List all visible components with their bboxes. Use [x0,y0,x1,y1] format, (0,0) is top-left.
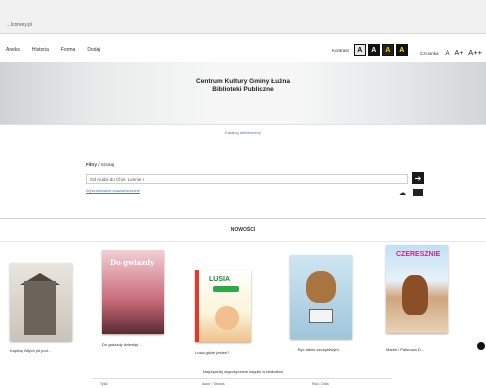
site-title-line2: Biblioteki Publiczne [212,86,274,93]
book-card[interactable]: CZERESZNIE Marek i Palmowa D… [386,245,448,352]
column-header-title[interactable]: Tytuł [100,382,107,386]
browser-urlbar: …lcorvey.pl [0,0,486,34]
book-cover[interactable] [10,263,72,341]
search-submit-button[interactable]: ➔ [412,172,424,184]
search-panel: Filtry / Szukaj ➔ Wyszukiwanie zaawansow… [86,160,424,202]
popular-books-section: Najczęściej wypożyczane książki w biblio… [0,368,486,388]
search-input[interactable] [86,174,408,184]
header-banner: Centrum Kultury Gminy Łużna Biblioteki P… [0,62,486,124]
cover-text: Do gwiazdy [110,258,155,267]
menu-item-1[interactable]: Aneks [6,47,20,53]
cover-text: CZERESZNIE [396,251,441,258]
book-title[interactable]: Być takim szczęśliwym [298,347,339,352]
popular-books-heading: Najczęściej wypożyczane książki w biblio… [202,369,284,374]
font-size-larger-button[interactable]: A+ [455,50,464,57]
advanced-search-link[interactable]: Wyszukiwanie zaawansowane [86,188,140,193]
book-card[interactable]: Do gwiazdy Do gwiazdy dziewięt… [102,250,164,347]
book-cover[interactable]: CZERESZNIE [386,245,448,333]
horse-illustration [402,275,428,315]
menu-item-4[interactable]: Dodaj [87,47,100,53]
contrast-black-white-button[interactable]: A [367,44,380,56]
menu-item-3[interactable]: Forma [61,47,75,53]
section-divider-2 [0,241,486,242]
book-title[interactable]: Lusia gdzie jesteś? [195,350,229,355]
barcode-icon[interactable] [413,189,423,196]
font-size-label: Czcionka [420,51,439,56]
book-title[interactable]: Marek i Palmowa D… [386,347,425,352]
contrast-label: Kontrast [332,47,349,53]
building-image [24,281,56,335]
dog-illustration [306,271,336,303]
popular-books-table-header: Tytuł Autor / Twórca Rok / Data [92,378,392,388]
top-navigation: Aneks Historia Forma Dodaj Kontrast A A … [0,40,486,62]
url-text[interactable]: …lcorvey.pl [6,22,32,28]
contrast-switcher: Kontrast A A A A [332,44,408,56]
section-divider [0,218,486,219]
search-label-bold: Filtry [86,162,98,167]
column-header-year[interactable]: Rok / Data [312,382,329,386]
menu-item-2[interactable]: Historia [32,47,49,53]
book-title[interactable]: Kaplicę Biłych pił pod… [10,348,52,353]
book-card[interactable]: Być takim szczęśliwym [290,250,352,352]
site-title-line1: Centrum Kultury Gminy Łużna [196,78,290,85]
contrast-black-yellow-button[interactable]: A [381,44,394,56]
contrast-default-button[interactable]: A [353,44,366,56]
book-card[interactable]: LUSIA Lusia gdzie jesteś? [195,250,251,355]
new-books-heading: NOWOŚCI [230,227,256,233]
column-header-author[interactable]: Autor / Twórca [202,382,225,386]
search-label: Filtry / Szukaj [86,162,114,167]
main-menu: Aneks Historia Forma Dodaj [6,47,100,53]
arrow-right-icon: ➔ [414,173,422,183]
book-cover[interactable]: LUSIA [195,270,251,342]
book-card[interactable]: Kaplicę Biłych pił pod… [10,250,72,353]
carousel-next-button[interactable] [477,342,485,350]
contrast-yellow-black-button[interactable]: A [395,44,408,56]
font-size-largest-button[interactable]: A++ [468,48,482,57]
search-label-rest: / Szukaj [97,162,115,167]
cover-illustration [215,306,239,330]
catalog-link[interactable]: Katalog biblioteczny [0,130,486,135]
cover-text: LUSIA [209,276,230,283]
cover-plate [309,309,333,323]
book-cover[interactable]: Do gwiazdy [102,250,164,334]
book-title[interactable]: Do gwiazdy dziewięt… [102,342,142,347]
cover-subtitle-bar [213,286,239,292]
cloud-icon[interactable]: ☁ [399,189,406,197]
font-size-normal-button[interactable]: A [446,51,450,57]
catalog-strip: Katalog biblioteczny [0,124,486,140]
book-cover[interactable] [290,255,352,339]
site-title: Centrum Kultury Gminy Łużna Biblioteki P… [0,78,486,94]
font-size-switcher: Czcionka A A+ A++ [420,48,482,57]
